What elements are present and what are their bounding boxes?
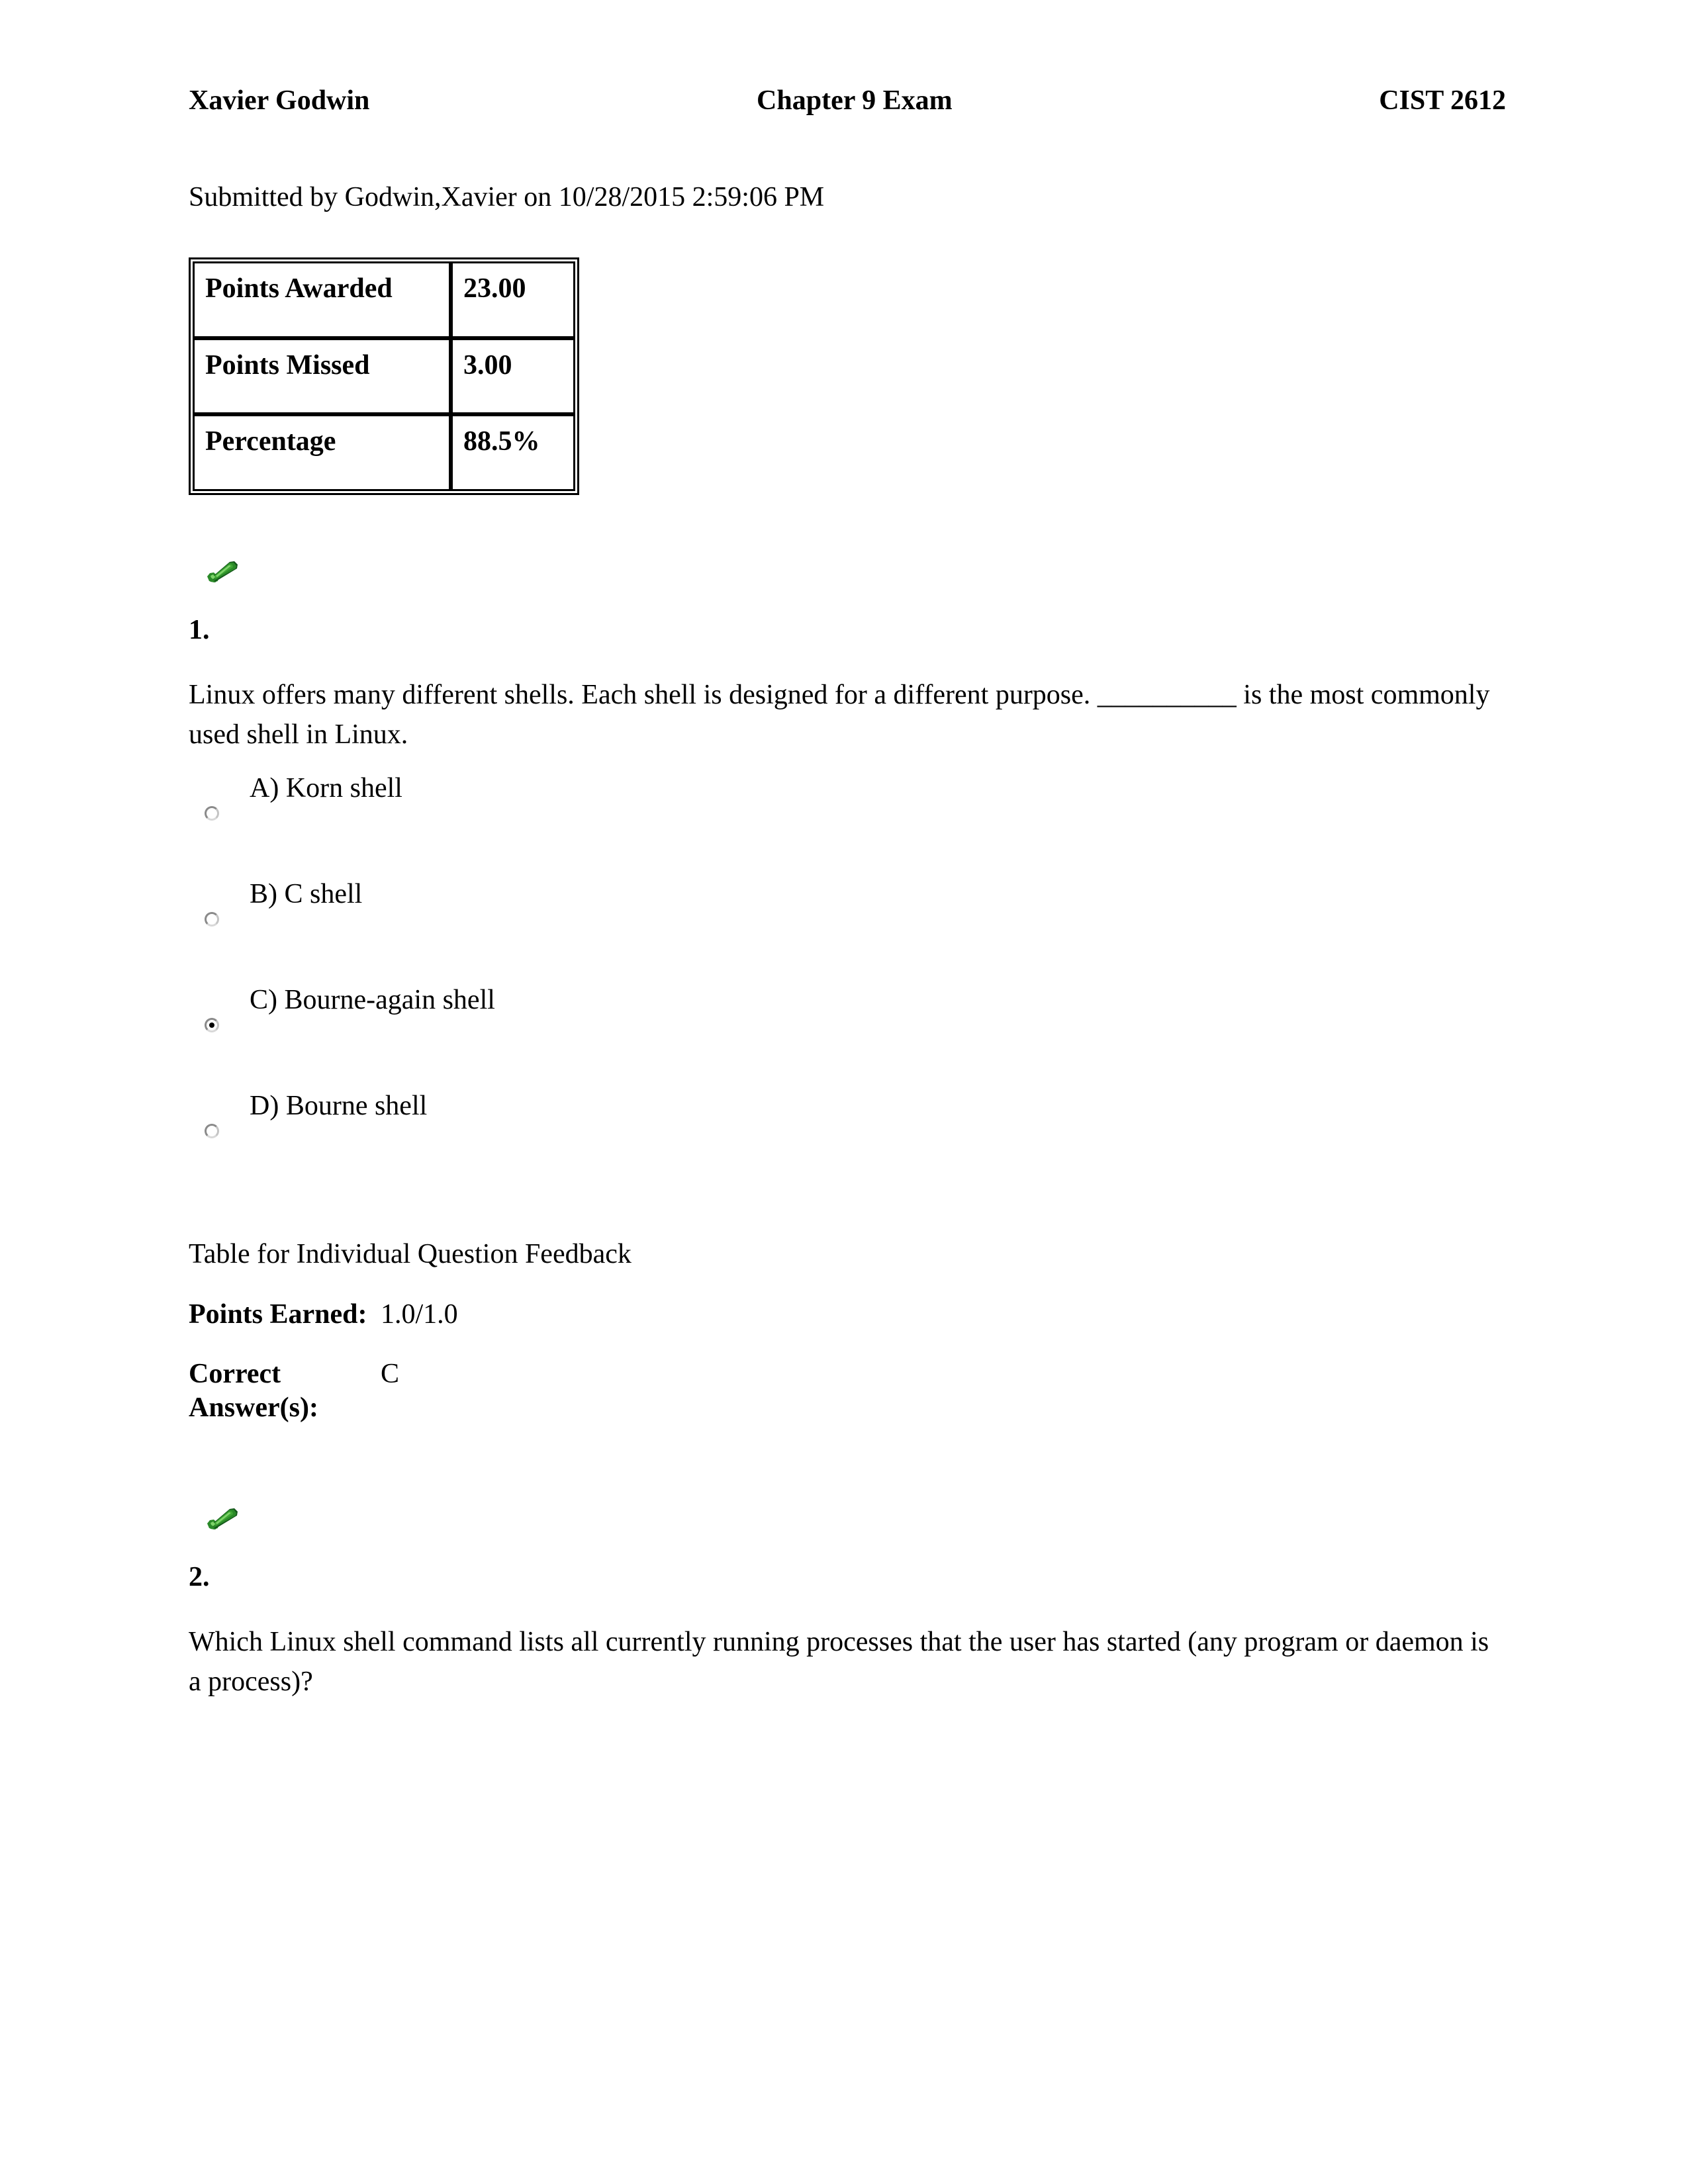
option-d-label: D) Bourne shell	[250, 1091, 428, 1122]
submission-line: Submitted by Godwin,Xavier on 10/28/2015…	[189, 181, 825, 212]
score-value: 88.5%	[451, 414, 575, 491]
score-summary-table: Points Awarded 23.00 Points Missed 3.00 …	[189, 257, 579, 495]
score-value: 23.00	[451, 261, 575, 338]
document-header: Xavier Godwin Chapter 9 Exam CIST 2612	[189, 85, 1506, 117]
option-a[interactable]: A) Korn shell	[189, 772, 1506, 878]
table-row: Points Missed 3.00	[193, 338, 575, 415]
option-c[interactable]: C) Bourne-again shell	[189, 983, 1506, 1089]
points-earned-value: 1.0/1.0	[381, 1298, 458, 1330]
table-row: Percentage 88.5%	[193, 414, 575, 491]
question-text: Linux offers many different shells. Each…	[189, 680, 1490, 750]
exam-title: Chapter 9 Exam	[757, 85, 953, 116]
radio-button-a[interactable]	[205, 806, 219, 821]
correct-answer-row: Correct Answer(s): C	[189, 1357, 1506, 1424]
points-earned-label: Points Earned:	[189, 1298, 367, 1330]
document-page: Xavier Godwin Chapter 9 Exam CIST 2612 S…	[0, 0, 1688, 2184]
score-value: 3.00	[451, 338, 575, 415]
question-1: 1. Linux offers many different shells. E…	[189, 555, 1506, 1424]
answer-options: A) Korn shell B) C shell C) Bourne-again…	[189, 772, 1506, 1195]
green-check-icon	[207, 1508, 238, 1529]
question-number: 1.	[189, 614, 210, 645]
question-2: 2. Which Linux shell command lists all c…	[189, 1502, 1506, 1702]
course-code: CIST 2612	[1379, 85, 1506, 116]
score-label: Percentage	[193, 414, 451, 491]
radio-button-d[interactable]	[205, 1124, 219, 1139]
option-b-label: B) C shell	[250, 879, 363, 910]
radio-button-c[interactable]	[205, 1018, 219, 1033]
green-check-icon	[207, 561, 238, 582]
option-b[interactable]: B) C shell	[189, 878, 1506, 983]
radio-button-b[interactable]	[205, 912, 219, 927]
option-a-label: A) Korn shell	[250, 773, 402, 804]
score-label: Points Missed	[193, 338, 451, 415]
student-name: Xavier Godwin	[189, 85, 370, 116]
correct-answer-label: Correct Answer(s):	[189, 1359, 318, 1423]
document-content: Xavier Godwin Chapter 9 Exam CIST 2612 S…	[189, 85, 1506, 1702]
table-row: Points Awarded 23.00	[193, 261, 575, 338]
score-label: Points Awarded	[193, 261, 451, 338]
points-earned-row: Points Earned: 1.0/1.0	[189, 1298, 1506, 1331]
correct-answer-value: C	[381, 1359, 400, 1390]
question-text: Which Linux shell command lists all curr…	[189, 1627, 1489, 1697]
option-d[interactable]: D) Bourne shell	[189, 1089, 1506, 1195]
feedback-table-title: Table for Individual Question Feedback	[189, 1239, 632, 1270]
option-c-label: C) Bourne-again shell	[250, 985, 495, 1016]
question-number: 2.	[189, 1561, 210, 1592]
